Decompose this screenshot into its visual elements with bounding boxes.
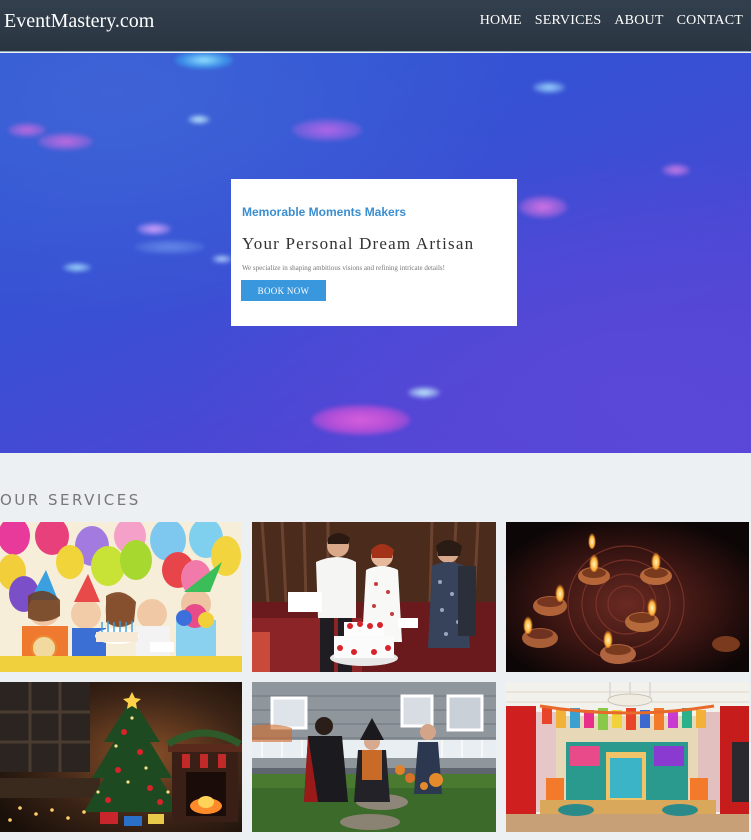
book-now-button[interactable]: BOOK NOW [241, 280, 326, 301]
diwali-diya-picture [506, 522, 749, 672]
hero-description: We specialize in shaping ambitious visio… [242, 264, 445, 272]
bokeh-light [292, 119, 362, 141]
service-image-wedding[interactable] [252, 522, 496, 672]
bokeh-light [519, 196, 567, 218]
bokeh-light [188, 115, 210, 124]
service-image-birthday[interactable] [0, 522, 242, 672]
bokeh-light [212, 255, 232, 263]
service-image-halloween[interactable] [252, 682, 496, 832]
hero-subtitle: Memorable Moments Makers [242, 205, 407, 219]
service-image-diwali[interactable] [506, 522, 749, 672]
bokeh-light [312, 405, 410, 435]
bokeh-light [38, 133, 93, 150]
nav-contact-link[interactable]: CONTACT [677, 13, 743, 29]
wedding-cake-picture [252, 522, 496, 672]
bokeh-light [63, 263, 91, 272]
nav-services-link[interactable]: SERVICES [535, 13, 602, 29]
birthday-party-picture [0, 522, 242, 672]
nav-about-link[interactable]: ABOUT [614, 13, 663, 29]
bokeh-light [662, 164, 690, 176]
wedding-stage-picture [506, 682, 749, 832]
service-image-stage[interactable] [506, 682, 749, 832]
bokeh-light [533, 82, 565, 93]
nav-links: HOME SERVICES ABOUT CONTACT [480, 13, 743, 29]
bokeh-light [175, 53, 233, 69]
nav-home-link[interactable]: HOME [480, 13, 522, 29]
bokeh-light [135, 240, 205, 254]
services-heading: OUR SERVICES [0, 491, 141, 509]
service-image-christmas[interactable] [0, 682, 242, 832]
bokeh-light [8, 123, 46, 137]
navbar: EventMastery.com HOME SERVICES ABOUT CON… [0, 0, 751, 52]
christmas-room-picture [0, 682, 242, 832]
hero-title: Your Personal Dream Artisan [242, 234, 475, 253]
bokeh-light [408, 387, 440, 398]
halloween-picture [252, 682, 496, 832]
hero-banner: Memorable Moments Makers Your Personal D… [0, 53, 751, 453]
brand-logo[interactable]: EventMastery.com [4, 10, 154, 33]
bokeh-light [137, 223, 171, 235]
hero-card: Memorable Moments Makers Your Personal D… [231, 179, 517, 326]
